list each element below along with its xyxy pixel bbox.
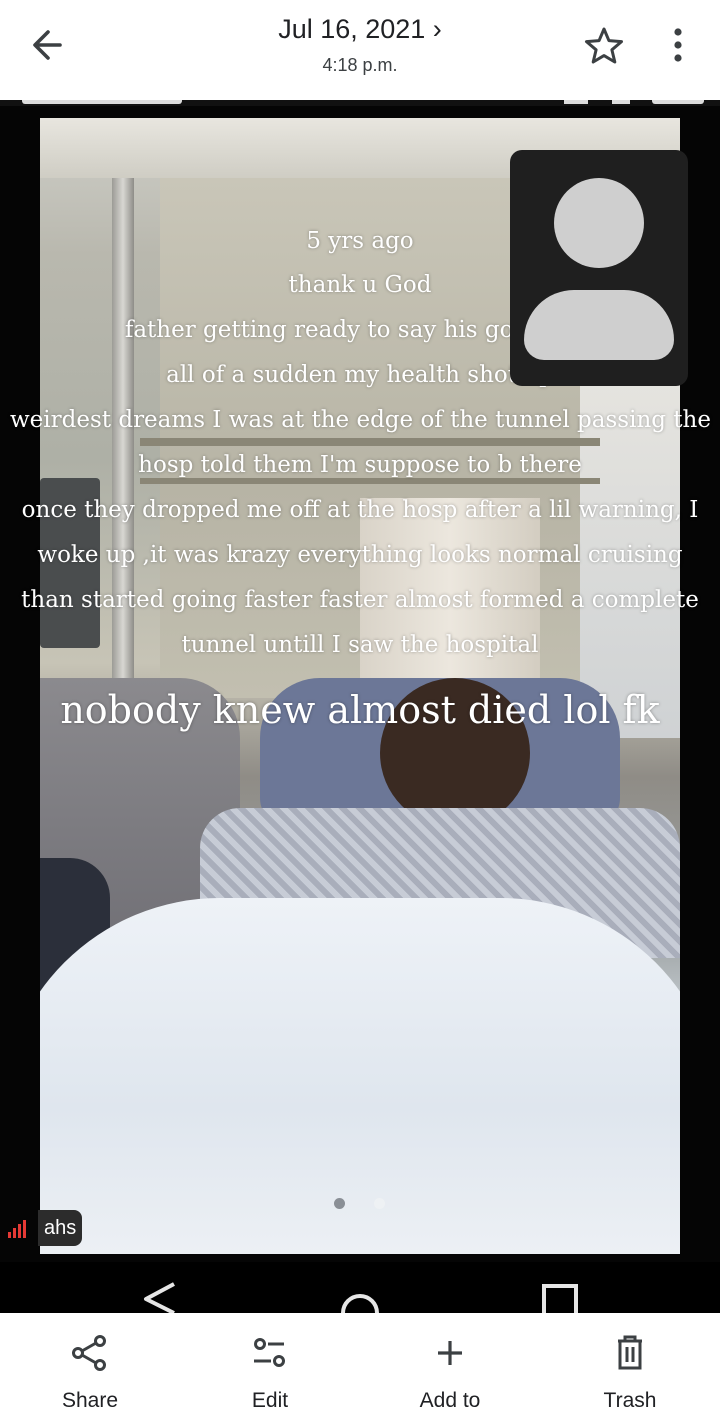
more-options-icon[interactable] <box>664 24 692 68</box>
top-app-bar: Jul 16, 2021 › 4:18 p.m. <box>0 0 720 100</box>
share-icon <box>72 1335 106 1371</box>
edit-button[interactable]: Edit <box>180 1313 360 1420</box>
carrier-label: ahs <box>38 1210 83 1246</box>
share-label: Share <box>61 1389 119 1412</box>
trash-button[interactable]: Trash <box>540 1313 720 1420</box>
page-indicator <box>334 1198 394 1212</box>
overlay-caption: nobody knew almost died lol fk <box>60 688 660 732</box>
photo-viewer: 5 yrs ago thank u God father getting rea… <box>0 100 720 1313</box>
overlay-line: hosp told them I'm suppose to b there <box>138 452 582 478</box>
trash-label: Trash <box>603 1389 657 1412</box>
embedded-nav-bar <box>0 1262 720 1313</box>
star-icon[interactable] <box>582 24 626 68</box>
avatar-body <box>524 290 674 360</box>
signal-bars-icon <box>8 1220 26 1238</box>
edit-label: Edit <box>251 1389 289 1412</box>
nav-back-triangle-icon <box>144 1282 175 1313</box>
overlay-line: weirdest dreams I was at the edge of the… <box>10 407 711 433</box>
page-dot-active <box>374 1198 385 1209</box>
nav-home-circle-icon <box>341 1294 379 1313</box>
profile-avatar-placeholder <box>510 150 688 386</box>
nav-recents-square-icon <box>542 1284 578 1313</box>
trash-icon <box>618 1335 642 1370</box>
bottom-action-bar: Share Edit Add to Trash <box>0 1313 720 1420</box>
avatar-head <box>554 178 644 268</box>
share-button[interactable]: Share <box>0 1313 180 1420</box>
edit-sliders-icon <box>254 1338 285 1367</box>
status-bar-fragment <box>0 100 720 106</box>
plus-icon <box>438 1341 462 1365</box>
overlay-line: once they dropped me off at the hosp aft… <box>21 497 699 523</box>
add-to-button[interactable]: Add to <box>360 1313 540 1420</box>
add-to-label: Add to <box>419 1389 481 1412</box>
overlay-line: than started going faster faster almost … <box>21 587 699 613</box>
page-dot <box>334 1198 345 1209</box>
overlay-line: woke up ,it was krazy everything looks n… <box>37 542 683 568</box>
overlay-line: tunnel untill I saw the hospital <box>181 632 539 658</box>
